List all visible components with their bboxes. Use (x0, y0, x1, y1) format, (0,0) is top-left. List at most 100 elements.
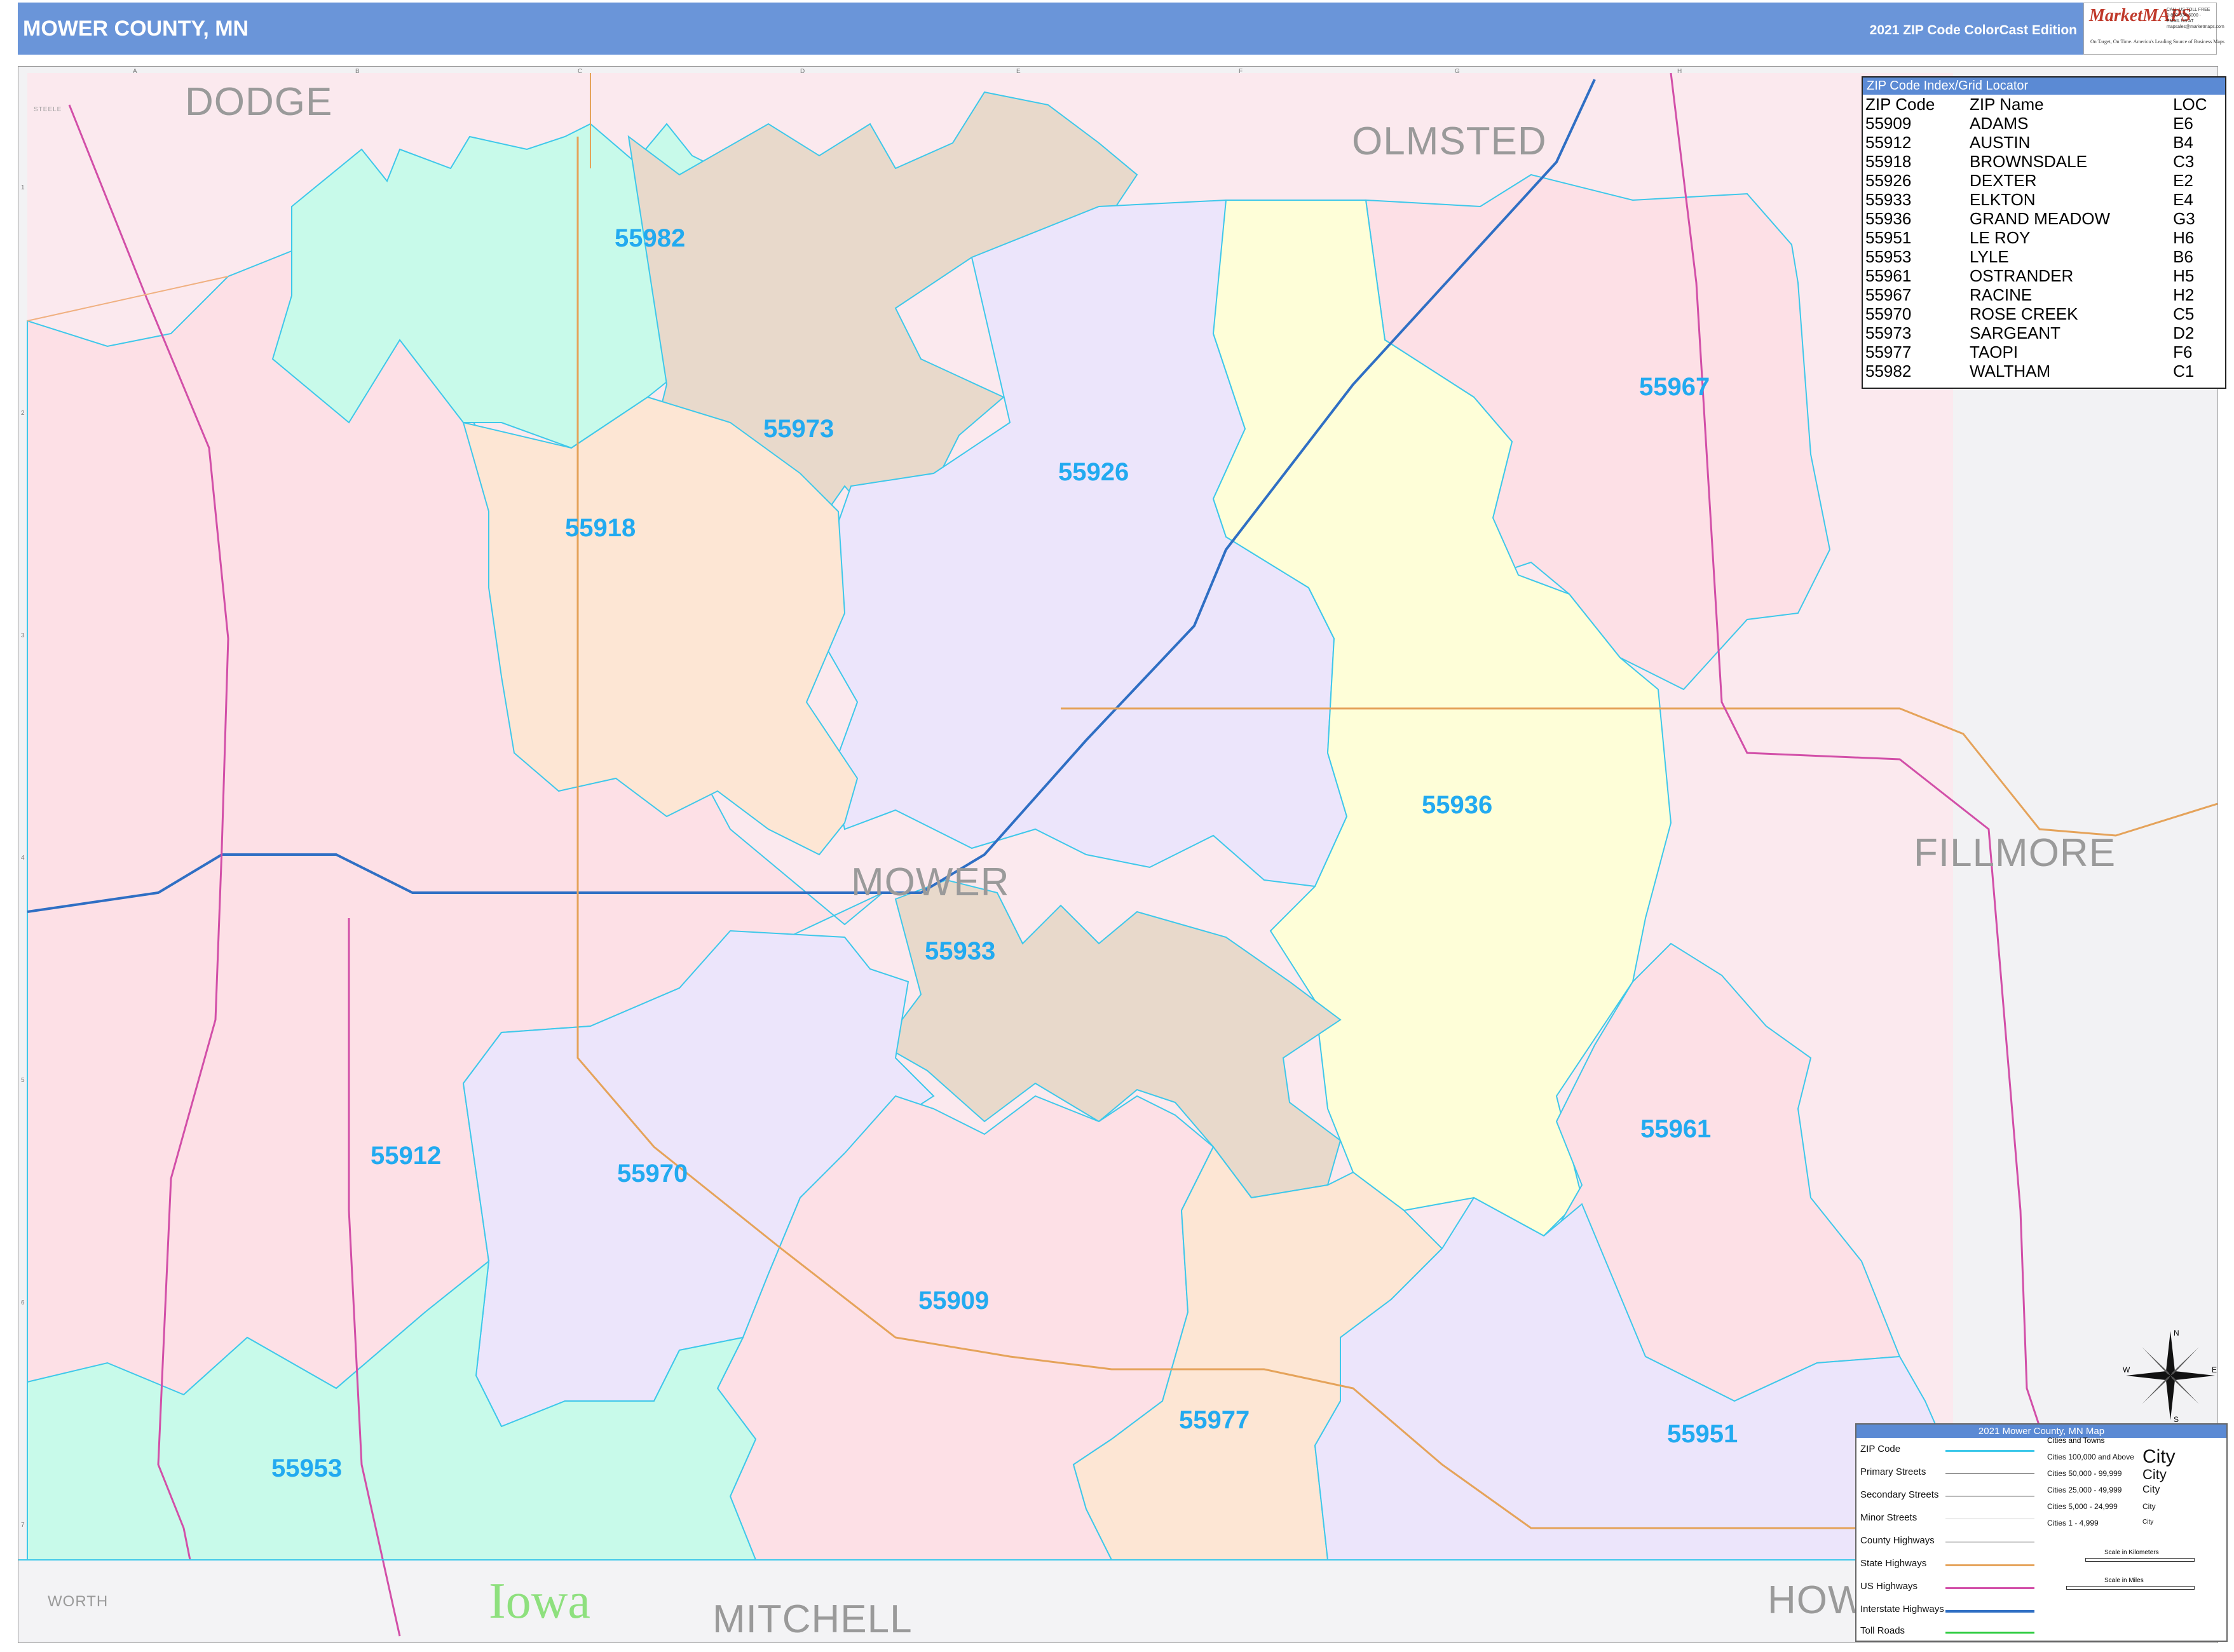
legend-scale-km-bar (2085, 1558, 2195, 1562)
loc-cell: B4 (2173, 133, 2193, 152)
county-label-dodge: DODGE (185, 80, 333, 124)
logo-contact: CALL US TOLL FREE 1-800-334-6000 · EMAIL… (2167, 8, 2224, 29)
zip-label-55933[interactable]: 55933 (925, 937, 995, 966)
loc-cell: D2 (2173, 323, 2195, 342)
zip-label-55953[interactable]: 55953 (271, 1454, 342, 1483)
legend-item-county-highways: County Highways (1860, 1535, 1935, 1546)
loc-cell: H5 (2173, 266, 2195, 285)
grid-col-e: E (1016, 68, 1021, 75)
table-row: 55912 AUSTIN B4 (1863, 133, 2225, 152)
legend-swatch-us (1945, 1587, 2034, 1589)
legend-item-state-highways: State Highways (1860, 1558, 1927, 1569)
header-bar: MOWER COUNTY, MN 2021 ZIP Code ColorCast… (18, 3, 2224, 55)
zip-index-table: ZIP Code ZIP Name LOC 55909 ADAMS E6 55912… (1863, 95, 2225, 381)
legend-city-sample-1: City (2142, 1446, 2176, 1467)
zip-label-55970[interactable]: 55970 (617, 1160, 688, 1188)
zip-label-55926[interactable]: 55926 (1058, 458, 1129, 487)
table-row: 55918 BROWNSDALE C3 (1863, 152, 2225, 171)
loc-cell: C1 (2173, 362, 2195, 381)
compass-n: N (2174, 1329, 2179, 1337)
legend-swatch-toll (1945, 1632, 2034, 1634)
legend-city-sample-4: City (2142, 1502, 2156, 1511)
zip-cell: 55936 (1865, 209, 1912, 228)
county-label-olmsted: OLMSTED (1352, 119, 1547, 163)
legend-item-secondary-streets: Secondary Streets (1860, 1489, 1939, 1500)
grid-row-1: 1 (21, 184, 25, 191)
name-cell: SARGEANT (1970, 323, 2061, 342)
table-row: 55961 OSTRANDER H5 (1863, 266, 2225, 285)
compass-rose-icon: N S W E (2123, 1329, 2217, 1423)
legend-city-sample-5: City (2142, 1519, 2154, 1526)
map-title: MOWER COUNTY, MN (23, 17, 249, 41)
table-row: 55936 GRAND MEADOW G3 (1863, 209, 2225, 228)
grid-row-7: 7 (21, 1522, 25, 1529)
zip-cell: 55909 (1865, 114, 1912, 133)
zip-label-55973[interactable]: 55973 (763, 415, 834, 443)
legend-city-1k: Cities 1 - 4,999 (2047, 1519, 2099, 1527)
name-cell: AUSTIN (1970, 133, 2031, 152)
legend-cities-title: Cities and Towns (2047, 1436, 2105, 1445)
loc-cell: E6 (2173, 114, 2193, 133)
compass-e: E (2212, 1365, 2217, 1374)
legend-scale-mi: Scale in Miles (2104, 1577, 2144, 1584)
col-header-loc: LOC (2173, 95, 2207, 114)
loc-cell: C3 (2173, 152, 2195, 171)
map-legend: 2021 Mower County, MN Map ZIP Code Prima… (1855, 1423, 2228, 1642)
col-header-zip: ZIP Code (1865, 95, 1935, 114)
name-cell: TAOPI (1970, 342, 2019, 362)
grid-row-5: 5 (21, 1077, 25, 1084)
name-cell: GRAND MEADOW (1970, 209, 2111, 228)
legend-title: 2021 Mower County, MN Map (1856, 1425, 2226, 1438)
zip-label-55961[interactable]: 55961 (1640, 1115, 1711, 1144)
legend-city-5k: Cities 5,000 - 24,999 (2047, 1502, 2118, 1511)
zip-cell: 55912 (1865, 133, 1912, 152)
county-label-fillmore: FILLMORE (1914, 831, 2116, 875)
col-header-name: ZIP Name (1970, 95, 2044, 114)
zip-cell: 55967 (1865, 285, 1912, 304)
zip-label-55951[interactable]: 55951 (1667, 1420, 1738, 1449)
legend-city-sample-3: City (2142, 1484, 2160, 1495)
grid-col-f: F (1239, 68, 1243, 75)
zip-label-55982[interactable]: 55982 (615, 224, 685, 253)
legend-swatch-interstate (1945, 1610, 2034, 1613)
compass-s: S (2174, 1415, 2179, 1423)
table-row: 55967 RACINE H2 (1863, 285, 2225, 304)
zip-label-55918[interactable]: 55918 (565, 514, 636, 543)
legend-city-25k: Cities 25,000 - 49,999 (2047, 1486, 2122, 1494)
name-cell: ELKTON (1970, 190, 2036, 209)
name-cell: DEXTER (1970, 171, 2037, 190)
zip-cell: 55970 (1865, 304, 1912, 323)
zip-label-55909[interactable]: 55909 (918, 1287, 989, 1315)
compass-w: W (2123, 1365, 2130, 1374)
table-row: 55970 ROSE CREEK C5 (1863, 304, 2225, 323)
zip-label-55936[interactable]: 55936 (1422, 791, 1492, 820)
zip-index-title: ZIP Code Index/Grid Locator (1863, 78, 2225, 95)
table-row: 55909 ADAMS E6 (1863, 114, 2225, 133)
grid-row-3: 3 (21, 632, 25, 639)
name-cell: BROWNSDALE (1970, 152, 2087, 171)
county-label-mower: MOWER (851, 860, 1010, 904)
zip-cell: 55951 (1865, 228, 1912, 247)
legend-scale-km: Scale in Kilometers (2104, 1549, 2159, 1556)
legend-swatch-state (1945, 1564, 2034, 1566)
loc-cell: G3 (2173, 209, 2195, 228)
legend-swatch-primary (1945, 1473, 2034, 1474)
state-label-iowa: Iowa (489, 1573, 590, 1629)
grid-row-4: 4 (21, 855, 25, 862)
name-cell: ROSE CREEK (1970, 304, 2078, 323)
zip-label-55967[interactable]: 55967 (1639, 373, 1710, 402)
grid-row-6: 6 (21, 1299, 25, 1306)
zip-label-55977[interactable]: 55977 (1179, 1406, 1250, 1435)
zip-label-55912[interactable]: 55912 (371, 1142, 441, 1170)
loc-cell: F6 (2173, 342, 2193, 362)
name-cell: OSTRANDER (1970, 266, 2074, 285)
name-cell: WALTHAM (1970, 362, 2051, 381)
grid-col-h: H (1677, 68, 1682, 75)
name-cell: LE ROY (1970, 228, 2031, 247)
company-logo: MarketMAPS CALL US TOLL FREE 1-800-334-6… (2083, 3, 2224, 55)
legend-city-sample-2: City (2142, 1466, 2167, 1482)
legend-city-50k: Cities 50,000 - 99,999 (2047, 1469, 2122, 1478)
grid-col-g: G (1455, 68, 1460, 75)
county-label-mitchell: MITCHELL (712, 1597, 913, 1641)
legend-item-us-highways: US Highways (1860, 1581, 1918, 1592)
